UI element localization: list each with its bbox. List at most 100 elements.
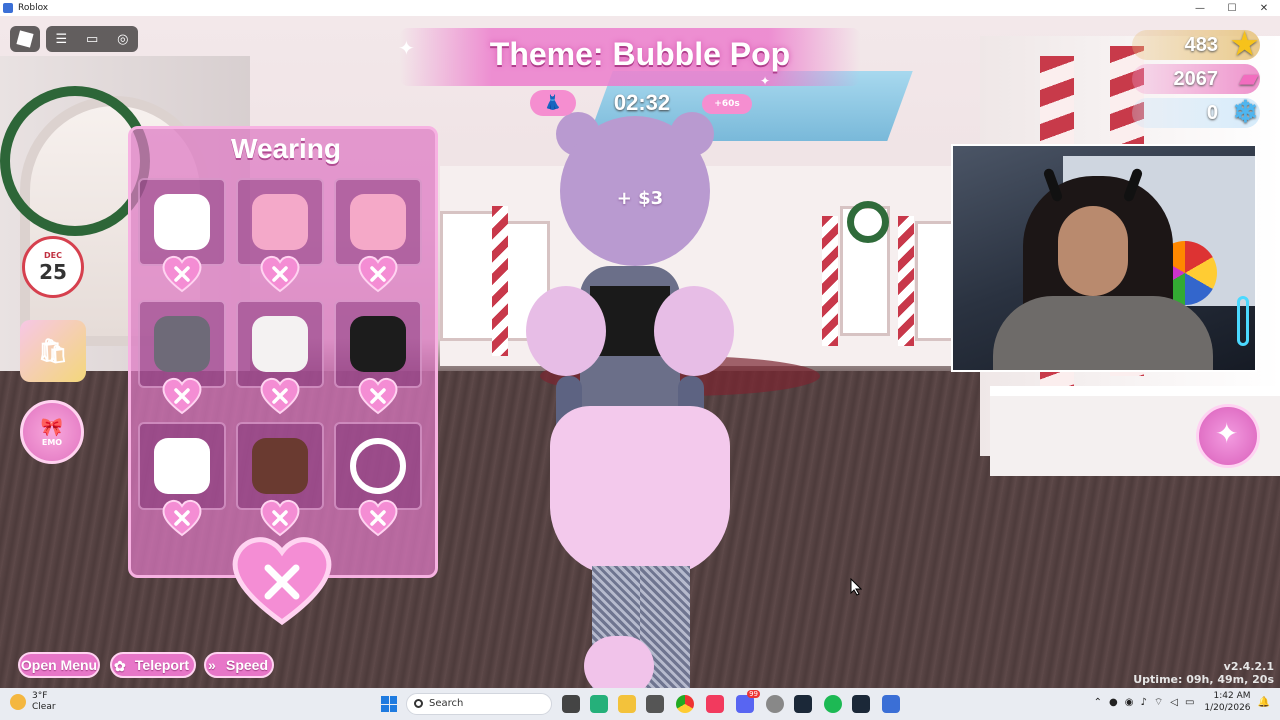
minimize-button[interactable]: — <box>1184 3 1216 14</box>
spotify-icon[interactable] <box>824 695 842 713</box>
speed-button[interactable]: » Speed <box>204 652 274 678</box>
battery-icon[interactable]: ▭ <box>1185 697 1194 708</box>
remove-all-button[interactable] <box>230 534 334 626</box>
open-menu-button[interactable]: Open Menu <box>18 652 100 678</box>
stars-value: 483 <box>1184 34 1218 56</box>
tray-app-icon[interactable]: ◉ <box>1125 697 1134 708</box>
maximize-button[interactable]: ☐ <box>1216 3 1248 14</box>
white-leg-warmers-icon <box>252 316 308 372</box>
wearing-item-slot[interactable] <box>236 178 324 266</box>
mouse-cursor-icon <box>850 577 863 596</box>
voice-headset-icon[interactable]: ◎ <box>117 32 128 47</box>
outfit-hint-icon[interactable]: 👗 <box>530 90 576 116</box>
speed-icon: » <box>208 657 216 673</box>
wearing-item-slot[interactable] <box>138 178 226 266</box>
teleport-icon: ✿ <box>114 658 126 674</box>
music-icon[interactable] <box>706 695 724 713</box>
steam-icon[interactable] <box>794 695 812 713</box>
wearing-item-slot[interactable] <box>138 300 226 388</box>
wearing-item-slot[interactable] <box>334 300 422 388</box>
brown-skirt-icon <box>252 438 308 494</box>
remove-item-button[interactable] <box>259 498 301 538</box>
app-icon[interactable] <box>766 695 784 713</box>
app-icon[interactable] <box>590 695 608 713</box>
weather-moon-icon <box>10 694 26 710</box>
roblox-taskbar-icon[interactable] <box>882 695 900 713</box>
notification-bell-icon[interactable]: 🔔 <box>1258 697 1270 708</box>
bow-icon: 🎀 <box>40 417 64 438</box>
weather-desc: Clear <box>32 702 56 712</box>
stars-counter: 483 ★ <box>1132 30 1260 60</box>
microphone-icon[interactable]: ♪ <box>1140 697 1146 708</box>
window-title-bar: Roblox — ☐ ✕ <box>0 0 1280 16</box>
wearing-item-slot[interactable] <box>334 178 422 266</box>
wearing-item-slot[interactable] <box>334 422 422 510</box>
remove-item-button[interactable] <box>357 498 399 538</box>
round-timer: 👗 02:32 +60s <box>530 88 752 118</box>
search-icon <box>414 699 423 708</box>
advent-calendar-button[interactable]: DEC 25 <box>22 236 84 298</box>
volume-icon[interactable]: ◁ <box>1170 697 1178 708</box>
chevron-up-icon[interactable]: ⌃ <box>1094 697 1102 708</box>
black-boots-icon <box>350 316 406 372</box>
cash-counter: 2067 ▰ <box>1132 64 1260 94</box>
teleport-label: Teleport <box>134 657 190 673</box>
scene-candy-cane-pillar <box>822 216 838 346</box>
weather-widget[interactable]: 3°F Clear <box>10 691 56 713</box>
hamburger-menu-icon[interactable]: ☰ <box>55 32 67 47</box>
chrome-icon[interactable] <box>676 695 694 713</box>
close-button[interactable]: ✕ <box>1248 3 1280 14</box>
emotes-button[interactable]: 🎀 EMO <box>20 400 84 464</box>
version-info: v2.4.2.1 Uptime: 09h, 49m, 20s <box>1133 660 1274 686</box>
webcam-person-body <box>993 296 1213 370</box>
tray-app-icon[interactable]: ● <box>1109 697 1118 708</box>
uptime-text: Uptime: 09h, 49m, 20s <box>1133 673 1274 686</box>
calendar-day: 25 <box>39 259 67 284</box>
discord-badge: 99 <box>747 690 760 698</box>
remove-item-button[interactable] <box>357 254 399 294</box>
grey-stockings-icon <box>154 316 210 372</box>
wifi-icon[interactable]: ⌔ <box>1154 696 1163 709</box>
avatar-puff-sleeve <box>654 286 734 376</box>
star-icon: ★ <box>1231 28 1258 61</box>
steam-icon[interactable] <box>852 695 870 713</box>
remove-item-button[interactable] <box>161 254 203 294</box>
teleport-button[interactable]: ✿ Teleport <box>110 652 196 678</box>
wearing-item-slot[interactable] <box>138 422 226 510</box>
snowflake-value: 0 <box>1206 102 1218 124</box>
chat-icon[interactable]: ▭ <box>86 32 98 47</box>
taskbar-search[interactable]: Search <box>406 693 552 715</box>
taskbar-clock[interactable]: 1:42 AM 1/20/2026 <box>1204 690 1250 714</box>
avatar-skirt <box>550 406 730 576</box>
roblox-toolbar: ☰ ▭ ◎ <box>46 26 138 52</box>
shop-bundle-button[interactable]: 🛍 <box>20 320 86 382</box>
scene-wreath <box>847 201 889 243</box>
remove-item-button[interactable] <box>259 254 301 294</box>
webcam-neon-light <box>1237 296 1249 346</box>
emote-dance-button[interactable]: ✦ <box>1196 404 1260 468</box>
emotes-label: EMO <box>41 438 63 447</box>
streamer-webcam <box>951 144 1257 372</box>
discord-icon[interactable]: 99 <box>736 690 760 713</box>
remove-item-button[interactable] <box>259 376 301 416</box>
file-explorer-icon[interactable] <box>618 695 636 713</box>
remove-item-button[interactable] <box>161 498 203 538</box>
wearing-item-slot[interactable] <box>236 300 324 388</box>
pink-puff-sleeves-icon <box>252 194 308 250</box>
roblox-menu-button[interactable] <box>10 26 40 52</box>
task-view-icon[interactable] <box>562 695 580 713</box>
webcam-person-face <box>1058 206 1128 296</box>
remove-item-button[interactable] <box>161 376 203 416</box>
add-time-button[interactable]: +60s <box>702 94 752 114</box>
system-tray: ⌃ ● ◉ ♪ ⌔ ◁ ▭ 1:42 AM 1/20/2026 🔔 <box>1087 690 1270 714</box>
store-icon[interactable] <box>646 695 664 713</box>
speed-label: Speed <box>225 657 268 673</box>
snowflake-counter: 0 ❄ <box>1132 98 1260 128</box>
money-popup: + $3 <box>616 188 664 209</box>
window-title: Roblox <box>18 3 49 13</box>
pink-shorts-icon <box>350 194 406 250</box>
cash-icon: ▰ <box>1239 65 1258 92</box>
wearing-item-slot[interactable] <box>236 422 324 510</box>
remove-item-button[interactable] <box>357 376 399 416</box>
start-button[interactable] <box>381 696 397 712</box>
